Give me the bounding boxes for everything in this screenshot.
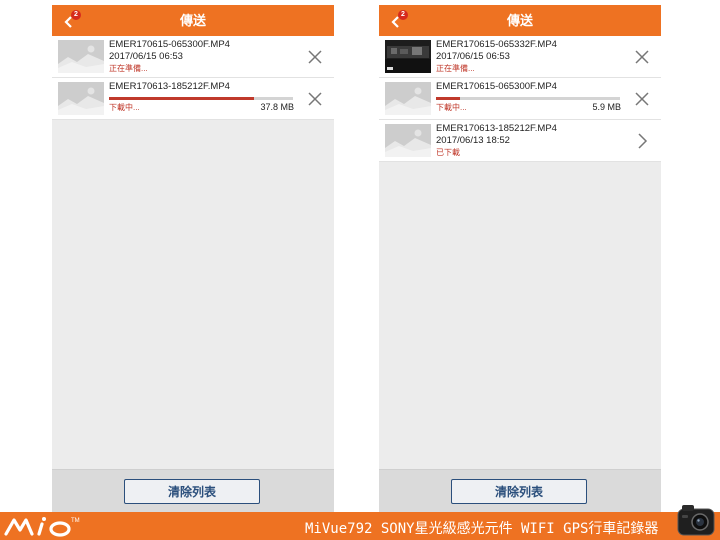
product-banner-text: MiVue792 SONY星光級感光元件 WIFI GPS行車記錄器 (305, 521, 659, 537)
file-name: EMER170613-185212F.MP4 (436, 123, 557, 134)
file-size: 37.8 MB (260, 102, 294, 112)
right-phone-screen: 2 傳送 EMER170615-065332F.MP4 2017/06/15 0… (379, 5, 661, 512)
placeholder-image-icon (58, 40, 104, 73)
video-frame-thumbnail (385, 40, 431, 73)
mio-logo: TM (4, 517, 80, 537)
cancel-button[interactable] (306, 90, 324, 108)
page-title: 傳送 (179, 13, 206, 28)
cancel-button[interactable] (633, 90, 651, 108)
file-name: EMER170615-065300F.MP4 (109, 39, 230, 50)
svg-text:TM: TM (71, 518, 80, 524)
dashcam-device-icon (677, 505, 715, 536)
status-text: 已下載 (436, 148, 460, 157)
list-item[interactable]: EMER170615-065300F.MP4 2017/06/15 06:53 … (52, 36, 334, 78)
open-file-button[interactable] (633, 132, 651, 150)
transfer-list: EMER170615-065332F.MP4 2017/06/15 06:53 … (379, 36, 661, 162)
status-text: 正在準備... (436, 64, 475, 73)
footer-bar: 清除列表 (379, 469, 661, 512)
file-name: EMER170615-065332F.MP4 (436, 39, 557, 50)
progress-fill (109, 97, 255, 100)
list-item[interactable]: EMER170613-185212F.MP4 2017/06/13 18:52 … (379, 120, 661, 162)
chevron-right-icon (638, 133, 648, 149)
status-text: 下載中... (109, 103, 140, 112)
file-name: EMER170613-185212F.MP4 (109, 81, 230, 92)
placeholder-image-icon (385, 124, 431, 157)
list-item[interactable]: EMER170615-065332F.MP4 2017/06/15 06:53 … (379, 36, 661, 78)
status-text: 下載中... (436, 103, 467, 112)
close-icon (635, 92, 649, 106)
cancel-button[interactable] (306, 48, 324, 66)
footer-bar: 清除列表 (52, 469, 334, 512)
close-icon (308, 50, 322, 64)
file-date: 2017/06/15 06:53 (436, 51, 510, 62)
progress-fill (436, 97, 460, 100)
left-phone-screen: 2 傳送 EMER170615-065300F.MP4 2017/06/15 0… (52, 5, 334, 512)
download-progress-bar (436, 97, 620, 100)
file-date: 2017/06/15 06:53 (109, 51, 183, 62)
close-icon (635, 50, 649, 64)
file-size: 5.9 MB (592, 102, 621, 112)
list-item[interactable]: EMER170615-065300F.MP4 下載中... 5.9 MB (379, 78, 661, 120)
placeholder-image-icon (58, 82, 104, 115)
file-name: EMER170615-065300F.MP4 (436, 81, 557, 92)
brand-banner: TM MiVue792 SONY星光級感光元件 WIFI GPS行車記錄器 (0, 512, 720, 540)
cancel-button[interactable] (633, 48, 651, 66)
close-icon (308, 92, 322, 106)
app-header: 2 傳送 (379, 5, 661, 36)
file-date: 2017/06/13 18:52 (436, 135, 510, 146)
app-header: 2 傳送 (52, 5, 334, 36)
list-item[interactable]: EMER170613-185212F.MP4 下載中... 37.8 MB (52, 78, 334, 120)
clear-list-button[interactable]: 清除列表 (451, 479, 587, 504)
transfer-list: EMER170615-065300F.MP4 2017/06/15 06:53 … (52, 36, 334, 120)
placeholder-image-icon (385, 82, 431, 115)
download-progress-bar (109, 97, 293, 100)
status-text: 正在準備... (109, 64, 148, 73)
clear-list-button[interactable]: 清除列表 (124, 479, 260, 504)
page-title: 傳送 (506, 13, 533, 28)
